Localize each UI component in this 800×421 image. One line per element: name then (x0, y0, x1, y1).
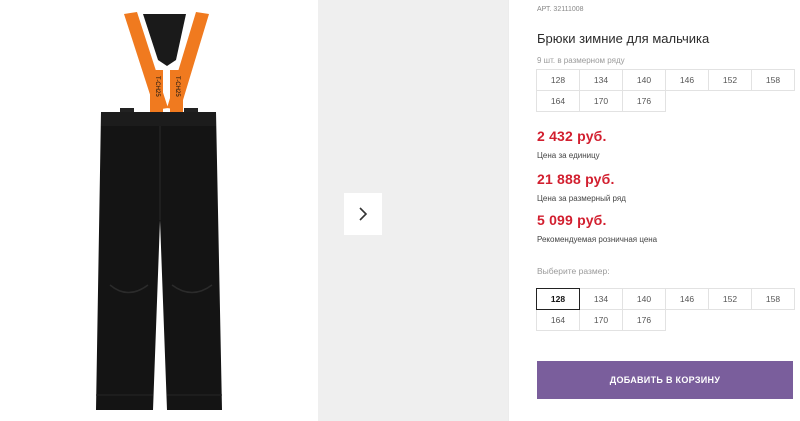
size-selector: 128 134 140 146 152 158 164 170 176 (536, 288, 795, 331)
unit-price-label: Цена за единицу (537, 151, 600, 160)
size-option-176[interactable]: 176 (622, 309, 666, 331)
size-option-152[interactable]: 152 (708, 288, 752, 310)
pack-size-cell: 146 (665, 69, 709, 91)
add-to-cart-button[interactable]: ДОБАВИТЬ В КОРЗИНУ (537, 361, 793, 399)
unit-price: 2 432 руб. (537, 128, 607, 144)
size-option-158[interactable]: 158 (751, 288, 795, 310)
pack-size-cell: 140 (622, 69, 666, 91)
product-sku: АРТ. 32111008 (537, 6, 584, 13)
chevron-right-icon (359, 207, 368, 221)
pack-size-cell: 170 (579, 90, 623, 112)
choose-size-label: Выберите размер: (537, 266, 610, 276)
size-option-140[interactable]: 140 (622, 288, 666, 310)
pack-size-cell: 134 (579, 69, 623, 91)
size-option-134[interactable]: 134 (579, 288, 623, 310)
pack-size-cell: 176 (622, 90, 666, 112)
pants-illustration: T-CH25 T-CH25 (96, 12, 222, 410)
svg-text:T-CH25: T-CH25 (154, 76, 160, 97)
retail-price-label: Рекомендуемая розничная цена (537, 235, 658, 244)
svg-text:T-CH25: T-CH25 (174, 76, 180, 97)
size-option-170[interactable]: 170 (579, 309, 623, 331)
pack-size-cell: 164 (536, 90, 580, 112)
pack-size-cell: 128 (536, 69, 580, 91)
next-image-button[interactable] (344, 193, 382, 235)
pack-size-cell: 152 (708, 69, 752, 91)
retail-price: 5 099 руб. (537, 212, 607, 228)
pack-size-cell: 158 (751, 69, 795, 91)
pack-size-note: 9 шт. в размерном ряду (537, 56, 625, 65)
size-option-128[interactable]: 128 (536, 288, 580, 310)
size-option-146[interactable]: 146 (665, 288, 709, 310)
pack-size-grid: 128 134 140 146 152 158 164 170 176 (536, 69, 795, 112)
size-option-164[interactable]: 164 (536, 309, 580, 331)
pack-price: 21 888 руб. (537, 171, 615, 187)
product-image[interactable]: T-CH25 T-CH25 (0, 0, 318, 421)
product-title: Брюки зимние для мальчика (537, 31, 710, 46)
pack-price-label: Цена за размерный ряд (537, 194, 626, 203)
